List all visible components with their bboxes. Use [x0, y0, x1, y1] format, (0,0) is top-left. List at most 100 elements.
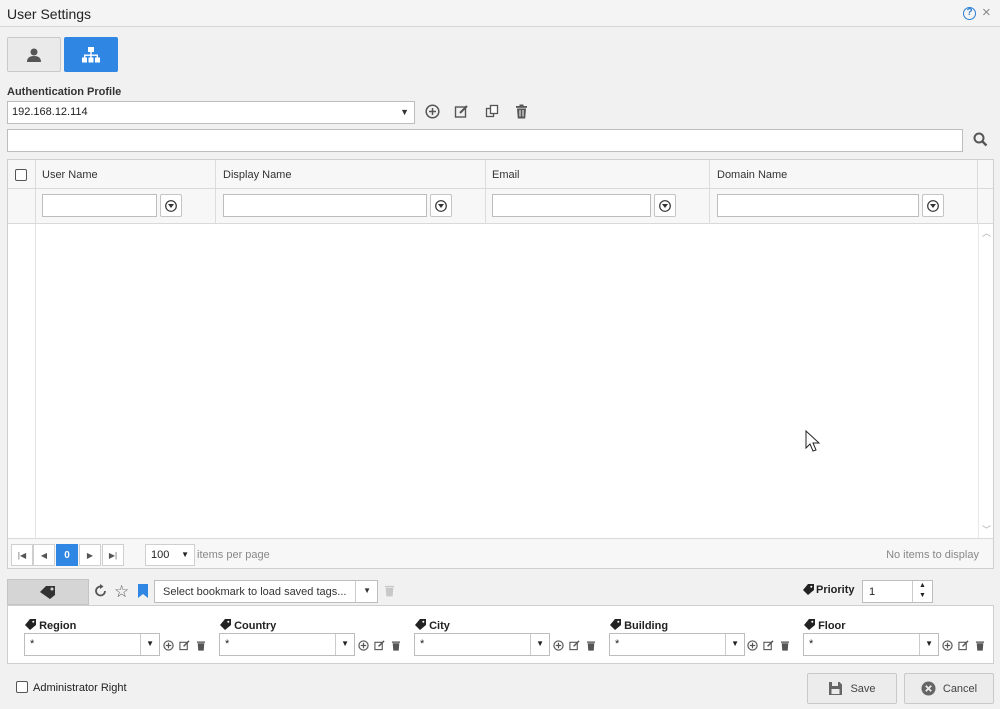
- column-header-email[interactable]: Email: [492, 169, 520, 181]
- filter-icon: [927, 199, 939, 212]
- email-filter-input[interactable]: [492, 194, 651, 217]
- column-header-domain-name[interactable]: Domain Name: [717, 169, 787, 181]
- cancel-icon: [921, 681, 936, 696]
- delete-building-icon[interactable]: [779, 639, 791, 651]
- scroll-up-icon[interactable]: ︿: [982, 226, 991, 239]
- hierarchy-mode-button[interactable]: [64, 37, 118, 72]
- chevron-down-icon: ▼: [341, 639, 349, 648]
- add-region-icon[interactable]: [162, 639, 174, 651]
- hierarchy-icon: [82, 46, 100, 62]
- floor-label: Floor: [804, 619, 846, 632]
- priority-spinner[interactable]: ▲ ▼: [912, 581, 932, 602]
- edit-city-icon[interactable]: [568, 639, 580, 651]
- column-header-display-name[interactable]: Display Name: [223, 169, 291, 181]
- delete-floor-icon[interactable]: [974, 639, 986, 651]
- reset-tags-icon[interactable]: [94, 584, 108, 601]
- floor-select[interactable]: * ▼: [803, 633, 939, 656]
- domain-name-filter-input[interactable]: [717, 194, 919, 217]
- display-name-filter-button[interactable]: [430, 194, 452, 217]
- delete-region-icon[interactable]: [195, 639, 207, 651]
- chevron-down-icon: ▼: [400, 107, 409, 117]
- current-page-button[interactable]: 0: [56, 544, 78, 566]
- edit-floor-icon[interactable]: [957, 639, 969, 651]
- filter-icon: [659, 199, 671, 212]
- items-per-page-label: items per page: [197, 549, 270, 561]
- help-icon[interactable]: ?: [963, 7, 976, 20]
- add-building-icon[interactable]: [746, 639, 758, 651]
- tag-icon: [610, 619, 621, 630]
- add-profile-icon[interactable]: [424, 103, 440, 119]
- add-city-icon[interactable]: [552, 639, 564, 651]
- edit-region-icon[interactable]: [178, 639, 190, 651]
- delete-country-icon[interactable]: [390, 639, 402, 651]
- scroll-down-icon[interactable]: ﹀: [982, 523, 991, 536]
- building-label: Building: [610, 619, 668, 632]
- chevron-down-icon: ▼: [536, 639, 544, 648]
- last-page-button[interactable]: ▶|: [102, 544, 124, 566]
- edit-country-icon[interactable]: [373, 639, 385, 651]
- save-button[interactable]: Save: [807, 673, 897, 704]
- cancel-label: Cancel: [942, 682, 978, 695]
- tag-icon: [25, 619, 36, 630]
- empty-grid-text: No items to display: [886, 549, 979, 561]
- chevron-down-icon: ▼: [181, 550, 189, 559]
- cancel-button[interactable]: Cancel: [904, 673, 994, 704]
- region-select[interactable]: * ▼: [24, 633, 160, 656]
- window-title: User Settings: [7, 6, 92, 22]
- delete-bookmark-icon[interactable]: [384, 584, 395, 600]
- search-input[interactable]: [7, 129, 963, 152]
- chevron-down-icon: ▼: [146, 639, 154, 648]
- favorite-star-icon[interactable]: ☆: [114, 582, 129, 602]
- delete-profile-icon[interactable]: [513, 103, 529, 119]
- user-mode-button[interactable]: [7, 37, 61, 72]
- bookmark-placeholder: Select bookmark to load saved tags...: [163, 586, 347, 598]
- display-name-filter-input[interactable]: [223, 194, 427, 217]
- country-select[interactable]: * ▼: [219, 633, 355, 656]
- priority-input[interactable]: 1 ▲ ▼: [862, 580, 933, 603]
- add-floor-icon[interactable]: [941, 639, 953, 651]
- auth-profile-label: Authentication Profile: [7, 86, 122, 98]
- users-grid: User Name Display Name Email Domain Name…: [7, 159, 994, 569]
- region-label: Region: [25, 619, 76, 632]
- city-label: City: [415, 619, 450, 632]
- administrator-right-checkbox[interactable]: [16, 681, 28, 693]
- first-page-button[interactable]: |◀: [11, 544, 33, 566]
- search-icon[interactable]: [973, 132, 989, 148]
- tags-tab[interactable]: [7, 579, 89, 605]
- edit-profile-icon[interactable]: [453, 103, 469, 119]
- domain-name-filter-button[interactable]: [922, 194, 944, 217]
- select-all-checkbox[interactable]: [15, 169, 27, 181]
- bookmark-icon[interactable]: [138, 584, 148, 601]
- administrator-right-label[interactable]: Administrator Right: [33, 682, 127, 694]
- copy-profile-icon[interactable]: [484, 103, 500, 119]
- tag-icon: [220, 619, 231, 630]
- auth-profile-value: 192.168.12.114: [12, 106, 88, 118]
- priority-tag-icon: [803, 584, 814, 598]
- column-header-user-name[interactable]: User Name: [42, 169, 98, 181]
- next-page-button[interactable]: ▶: [79, 544, 101, 566]
- building-select[interactable]: * ▼: [609, 633, 745, 656]
- grid-scrollbar[interactable]: ︿ ﹀: [978, 224, 993, 538]
- email-filter-button[interactable]: [654, 194, 676, 217]
- country-label: Country: [220, 619, 276, 632]
- prev-page-button[interactable]: ◀: [33, 544, 55, 566]
- close-icon[interactable]: ×: [982, 4, 991, 21]
- user-name-filter-input[interactable]: [42, 194, 157, 217]
- filter-icon: [435, 199, 447, 212]
- mouse-cursor-icon: [805, 429, 821, 457]
- edit-building-icon[interactable]: [762, 639, 774, 651]
- auth-profile-select[interactable]: 192.168.12.114 ▼: [7, 101, 415, 124]
- priority-value: 1: [869, 586, 876, 598]
- grid-pager: |◀ ◀ 0 ▶ ▶| 100 ▼ items per page No item…: [8, 538, 993, 568]
- add-country-icon[interactable]: [357, 639, 369, 651]
- chevron-down-icon: ▼: [731, 639, 739, 648]
- page-size-select[interactable]: 100 ▼: [145, 544, 195, 566]
- delete-city-icon[interactable]: [585, 639, 597, 651]
- city-select[interactable]: * ▼: [414, 633, 550, 656]
- tag-icon: [415, 619, 426, 630]
- filter-icon: [165, 199, 177, 212]
- chevron-down-icon: ▼: [925, 639, 933, 648]
- tag-icon: [804, 619, 815, 630]
- user-name-filter-button[interactable]: [160, 194, 182, 217]
- bookmark-select[interactable]: Select bookmark to load saved tags... ▼: [154, 580, 378, 603]
